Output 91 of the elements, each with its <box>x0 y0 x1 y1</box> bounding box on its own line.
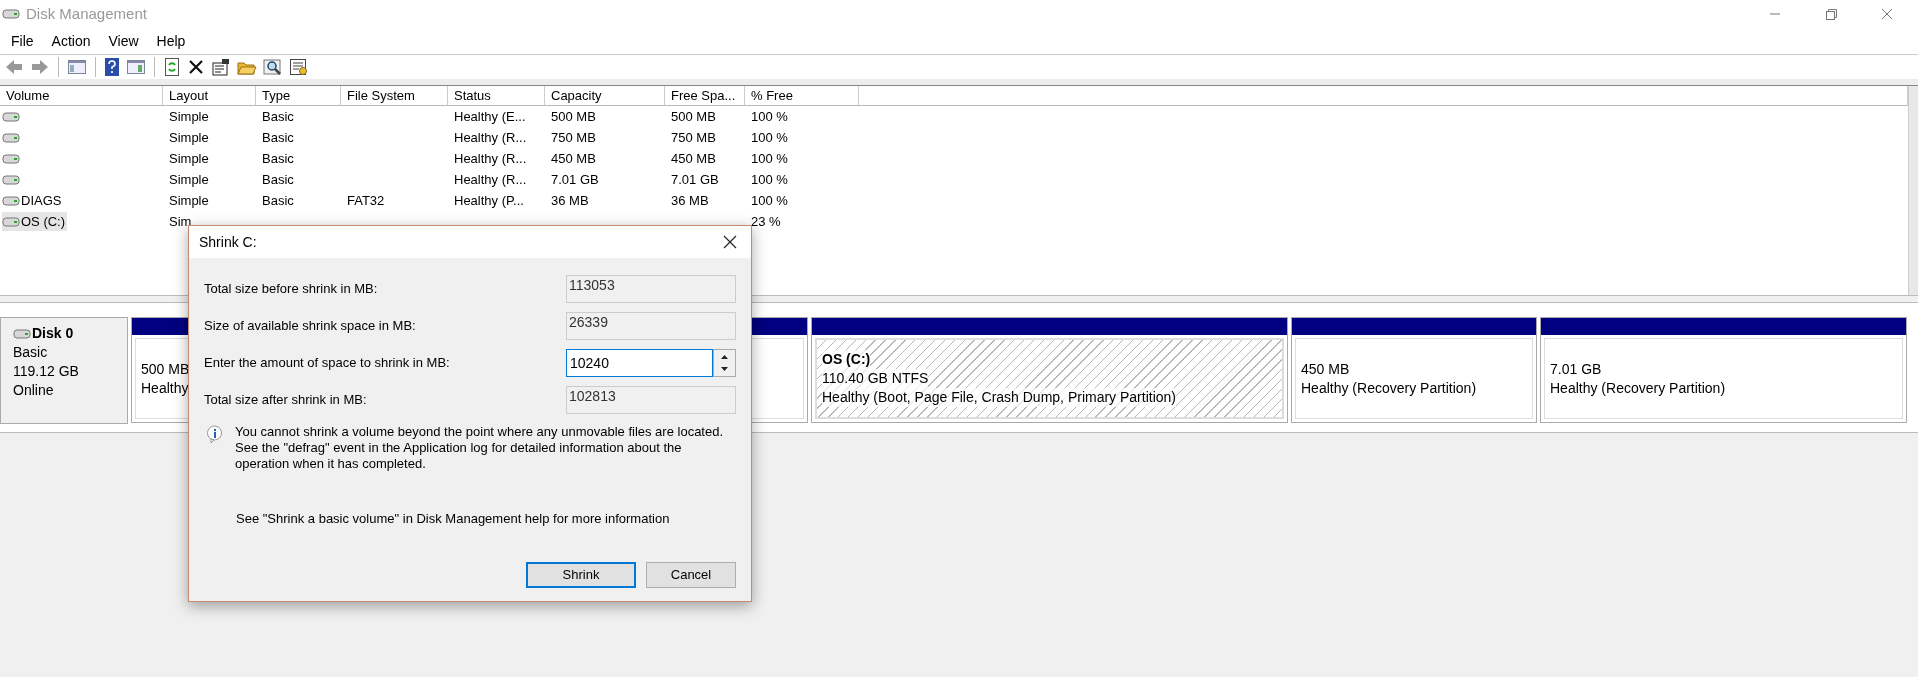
forward-arrow-icon[interactable] <box>30 58 50 76</box>
menu-item[interactable]: Help <box>147 30 195 52</box>
dialog-button[interactable]: Cancel <box>646 561 736 588</box>
drive-icon <box>2 130 20 145</box>
volume-item[interactable]: OS (C:) <box>2 212 68 231</box>
table-cell-text: Simple <box>169 149 209 168</box>
table-cell-text: 23 % <box>751 212 781 231</box>
shrink-amount-field[interactable]: 10240 <box>566 348 713 377</box>
table-cell-text: Basic <box>262 191 294 210</box>
partition-status: Healthy (Boot, Page File, Crash Dump, Primary Partition) <box>822 388 1176 407</box>
drive-icon <box>13 326 31 341</box>
drive-icon <box>2 193 20 208</box>
column-header[interactable]: % Free <box>745 86 859 105</box>
table-cell-text: Basic <box>262 149 294 168</box>
panel-icon[interactable] <box>67 58 87 76</box>
delete-icon[interactable] <box>187 58 205 76</box>
field-label: Total size after shrink in MB: <box>204 390 368 409</box>
table-cell-text: Simple <box>169 170 209 189</box>
table-cell-text: 450 MB <box>671 149 716 168</box>
help-icon[interactable] <box>104 57 120 77</box>
table-cell-text: FAT32 <box>347 191 385 210</box>
partition-size: 110.40 GB NTFS <box>822 369 929 388</box>
table-cell-text: Healthy (R... <box>454 170 527 189</box>
table-cell-text: 500 MB <box>551 107 596 126</box>
drive-icon <box>2 214 20 229</box>
table-cell-text: 7.01 GB <box>551 170 599 189</box>
table-cell-text: Simple <box>169 191 209 210</box>
column-header[interactable]: Capacity <box>545 86 665 105</box>
info-message: You cannot shrink a volume beyond the point where any unmovable files are located. See the "defrag" event in the Application log for detailed information about the operation when it has completed. <box>235 424 725 472</box>
table-cell-text: Healthy (R... <box>454 128 527 147</box>
column-header[interactable]: Type <box>256 86 341 105</box>
table-cell-text: 500 MB <box>671 107 716 126</box>
help-text: See "Shrink a basic volume" in Disk Management help for more information <box>236 510 671 528</box>
disk-label-panel[interactable]: Disk 0 Basic 119.12 GB Online <box>0 317 128 424</box>
menu-item[interactable]: View <box>99 30 148 52</box>
table-cell-text: 100 % <box>751 128 788 147</box>
disk-status: Online <box>13 381 55 400</box>
table-cell-text: Basic <box>262 128 294 147</box>
disk-size: 119.12 GB <box>13 362 80 381</box>
menu-item[interactable]: File <box>2 30 43 52</box>
table-cell-text: 750 MB <box>671 128 716 147</box>
table-cell-text: Healthy (P... <box>454 191 524 210</box>
back-arrow-icon[interactable] <box>4 58 24 76</box>
table-cell-text: 100 % <box>751 107 788 126</box>
table-cell-text: Simple <box>169 107 209 126</box>
field-label: Enter the amount of space to shrink in MB: <box>204 353 451 372</box>
partition-block[interactable]: 7.01 GB Healthy (Recovery Partition) <box>1540 317 1907 423</box>
disk-type: Basic <box>13 343 49 362</box>
partition-name: OS (C:) <box>822 350 871 369</box>
settings-icon[interactable] <box>289 58 309 76</box>
table-cell-text: 36 MB <box>551 191 589 210</box>
readonly-field: 113053 <box>566 274 736 303</box>
table-cell-text: 100 % <box>751 170 788 189</box>
readonly-field: 26339 <box>566 311 736 340</box>
table-cell-text: Sim <box>169 212 192 231</box>
info-icon <box>205 424 225 444</box>
column-header[interactable]: Volume <box>0 86 163 105</box>
drive-icon <box>2 151 20 166</box>
table-cell-text: 100 % <box>751 149 788 168</box>
properties-icon[interactable] <box>211 58 231 76</box>
drive-icon <box>2 109 20 124</box>
table-cell-text: Basic <box>262 107 294 126</box>
table-cell-text: 750 MB <box>551 128 596 147</box>
table-cell-text: 7.01 GB <box>671 170 719 189</box>
table-cell-text: 36 MB <box>671 191 709 210</box>
table-cell-text: Simple <box>169 128 209 147</box>
menu-item[interactable]: Action <box>42 30 100 52</box>
refresh-icon[interactable] <box>163 57 181 77</box>
volume-item[interactable]: DIAGS <box>2 191 64 210</box>
table-cell-text: 100 % <box>751 191 788 210</box>
partition-block[interactable]: OS (C:) 110.40 GB NTFS Healthy (Boot, Page File, Crash Dump, Primary Partition) <box>811 317 1288 423</box>
readonly-field: 102813 <box>566 385 736 414</box>
table-cell-text: Basic <box>262 170 294 189</box>
panel-icon[interactable] <box>126 58 146 76</box>
magnifier-icon[interactable] <box>263 58 283 76</box>
drive-icon <box>2 172 20 187</box>
table-cell-text: Healthy (E... <box>454 107 526 126</box>
window-title: Disk Management <box>26 3 147 24</box>
column-header[interactable]: File System <box>341 86 448 105</box>
dialog-title: Shrink C: <box>199 232 257 252</box>
scrollbar[interactable] <box>1908 86 1918 295</box>
field-label: Total size before shrink in MB: <box>204 279 379 298</box>
column-header[interactable]: Status <box>448 86 545 105</box>
partition-block[interactable]: 450 MB Healthy (Recovery Partition) <box>1291 317 1537 423</box>
disk-name: Disk 0 <box>32 324 74 343</box>
field-label: Size of available shrink space in MB: <box>204 316 417 335</box>
column-header[interactable]: Layout <box>163 86 256 105</box>
table-cell-text: 450 MB <box>551 149 596 168</box>
table-cell-text: Healthy (R... <box>454 149 527 168</box>
dialog-button[interactable]: Shrink <box>526 561 636 588</box>
column-header[interactable]: Free Spa... <box>665 86 745 105</box>
